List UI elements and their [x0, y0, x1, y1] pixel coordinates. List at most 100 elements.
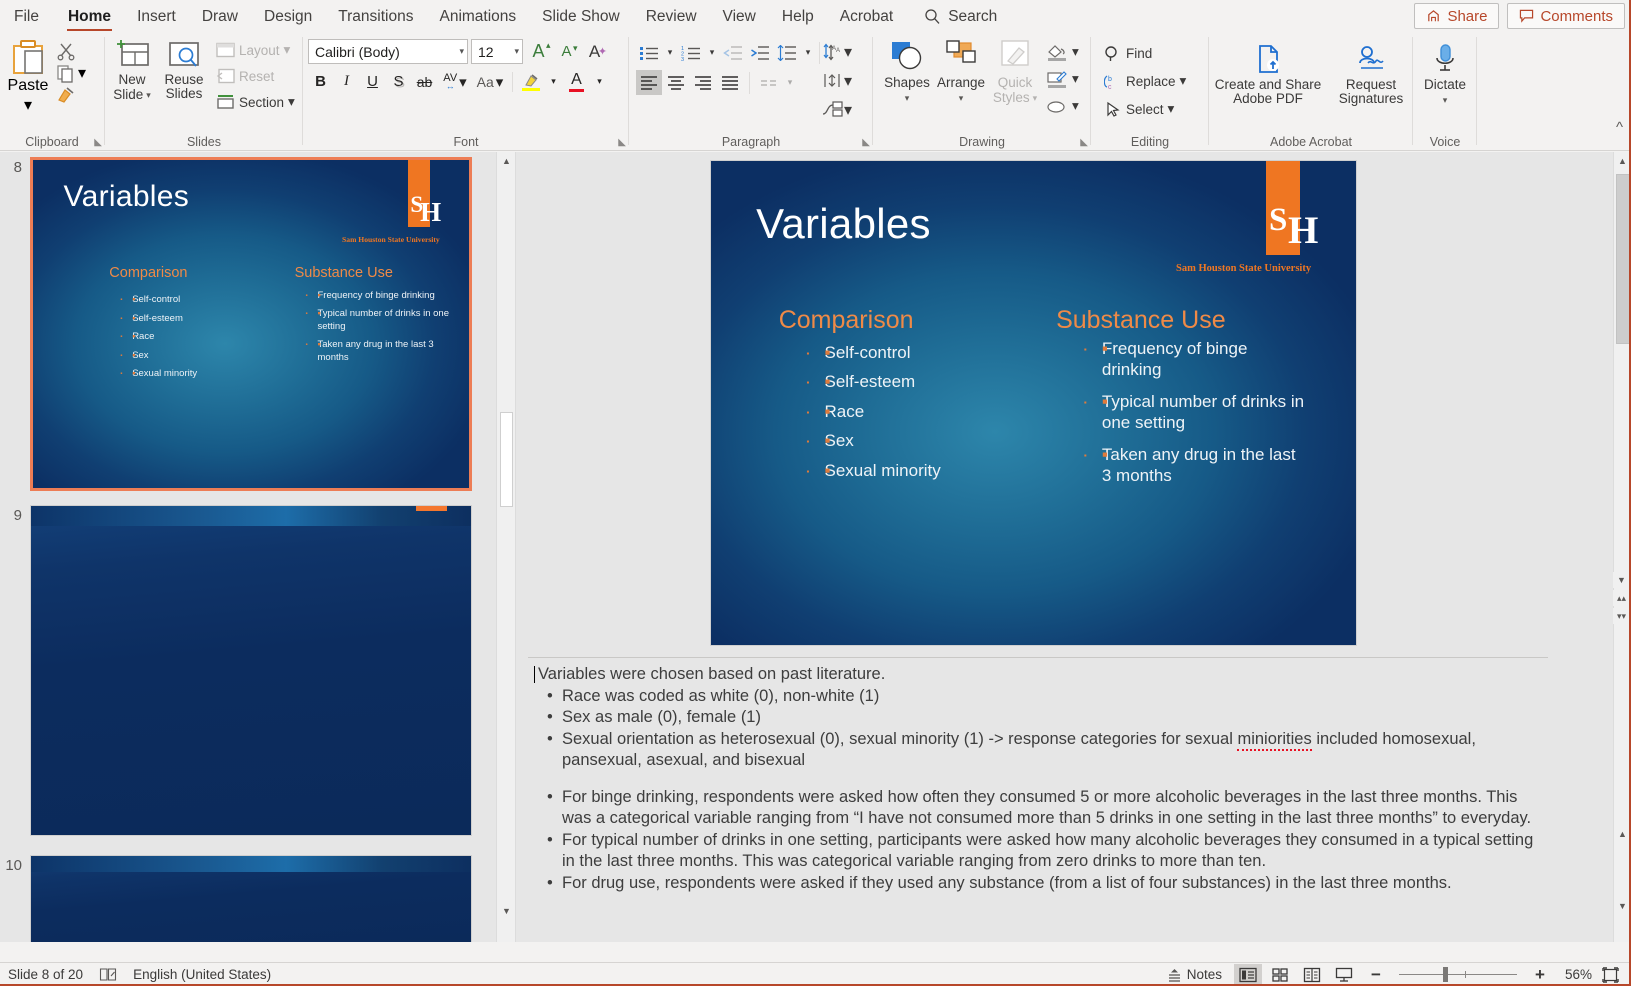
- search-input[interactable]: Search: [924, 8, 997, 26]
- bullets-caret[interactable]: ▾: [663, 40, 677, 65]
- share-button[interactable]: Share: [1414, 3, 1499, 29]
- copy-button[interactable]: ▾: [56, 63, 100, 83]
- text-highlight-color-button[interactable]: [518, 69, 543, 94]
- column-1-heading[interactable]: Comparison: [779, 306, 914, 335]
- character-spacing-caret[interactable]: ▾: [459, 73, 467, 91]
- next-slide-button[interactable]: ▾▾: [1613, 608, 1630, 624]
- text-fit-button[interactable]: ▾: [822, 68, 852, 93]
- dictate-caret[interactable]: ▾: [1443, 93, 1448, 107]
- slide-scroll-down-button[interactable]: ▼: [1613, 572, 1630, 588]
- align-center-button[interactable]: [663, 70, 689, 95]
- font-color-caret[interactable]: ▾: [590, 69, 609, 94]
- reading-view-button[interactable]: [1298, 964, 1326, 985]
- column-2-list[interactable]: ▪Frequency of binge drinking ▪Typical nu…: [1082, 338, 1308, 486]
- clear-all-formatting-button[interactable]: A✦: [582, 39, 607, 64]
- quick-styles-button[interactable]: Quick Styles ▾: [988, 37, 1042, 105]
- find-button[interactable]: Find: [1100, 41, 1156, 65]
- format-painter-button[interactable]: [56, 85, 100, 104]
- bullets-button[interactable]: [636, 40, 662, 65]
- thumbnail-pane-scrollbar[interactable]: ▲ ▼: [496, 152, 516, 942]
- current-slide-editor[interactable]: Variables S H Sam Houston State Universi…: [711, 161, 1356, 645]
- thumbnail-frame-8[interactable]: Variables S H Sam Houston State Universi…: [30, 157, 472, 491]
- collapse-ribbon-button[interactable]: ^: [1616, 119, 1623, 136]
- change-case-button[interactable]: Aa ▾: [473, 69, 507, 94]
- change-case-caret[interactable]: ▾: [496, 73, 504, 91]
- text-highlight-color-caret[interactable]: ▾: [544, 69, 563, 94]
- notes-toggle-button[interactable]: Notes: [1167, 967, 1222, 982]
- shape-effects-button[interactable]: ▾: [1042, 94, 1083, 118]
- section-button[interactable]: Section ▾: [212, 90, 299, 114]
- thumbnail-slide-10[interactable]: 10: [0, 855, 496, 942]
- shapes-caret[interactable]: ▾: [905, 91, 910, 105]
- thumbnail-scroll-thumb[interactable]: [500, 412, 513, 507]
- italic-button[interactable]: I: [334, 69, 359, 94]
- paste-button[interactable]: Paste ▾: [0, 37, 56, 115]
- text-fit-caret[interactable]: ▾: [844, 71, 852, 91]
- slide-thumbnail-pane[interactable]: 8 Variables S H Sam Houston State Univer…: [0, 152, 496, 942]
- font-name-dropdown-caret[interactable]: ▾: [453, 46, 464, 57]
- arrange-button[interactable]: Arrange ▾: [934, 37, 988, 105]
- notes-pane[interactable]: Variables were chosen based on past lite…: [528, 657, 1548, 919]
- font-size-dropdown-caret[interactable]: ▾: [508, 46, 519, 57]
- zoom-level-value[interactable]: 56%: [1558, 967, 1592, 982]
- align-text-caret[interactable]: ▾: [844, 42, 852, 62]
- shape-outline-caret[interactable]: ▾: [1072, 71, 1079, 87]
- accessibility-check-icon[interactable]: [99, 967, 117, 982]
- zoom-slider[interactable]: [1399, 965, 1517, 985]
- text-shadow-button[interactable]: S: [386, 69, 411, 94]
- tab-view[interactable]: View: [710, 0, 769, 33]
- shape-effects-caret[interactable]: ▾: [1072, 98, 1079, 114]
- fit-slide-to-window-button[interactable]: [1596, 964, 1624, 985]
- smartart-caret[interactable]: ▾: [844, 100, 852, 120]
- notes-text-body[interactable]: Variables were chosen based on past lite…: [528, 658, 1548, 894]
- drawing-dialog-launcher[interactable]: ◣: [1080, 137, 1088, 148]
- increase-indent-button[interactable]: [747, 40, 773, 65]
- tab-file[interactable]: File: [0, 0, 55, 33]
- tab-home[interactable]: Home: [55, 0, 124, 33]
- columns-caret[interactable]: ▾: [783, 70, 797, 95]
- tab-animations[interactable]: Animations: [426, 0, 529, 33]
- copy-dropdown-caret[interactable]: ▾: [78, 63, 86, 83]
- tab-slide-show[interactable]: Slide Show: [529, 0, 633, 33]
- columns-button[interactable]: [756, 70, 782, 95]
- thumbnail-scroll-up-button[interactable]: ▲: [498, 152, 515, 169]
- language-indicator[interactable]: English (United States): [133, 967, 271, 982]
- select-button[interactable]: Select ▾: [1100, 97, 1178, 121]
- numbering-button[interactable]: 123: [678, 40, 704, 65]
- font-name-input[interactable]: Calibri (Body) ▾: [308, 39, 468, 64]
- font-dialog-launcher[interactable]: ◣: [618, 137, 626, 148]
- zoom-slider-knob[interactable]: [1443, 967, 1448, 982]
- tab-draw[interactable]: Draw: [189, 0, 251, 33]
- shape-fill-button[interactable]: ▾: [1042, 40, 1083, 64]
- decrease-indent-button[interactable]: [720, 40, 746, 65]
- align-text-button[interactable]: A ▾: [822, 39, 852, 64]
- paragraph-dialog-launcher[interactable]: ◣: [862, 137, 870, 148]
- align-right-button[interactable]: [690, 70, 716, 95]
- column-1-list[interactable]: ▪Self-control ▪Self-esteem ▪Race ▪Sex ▪S…: [805, 338, 941, 486]
- paste-dropdown-caret[interactable]: ▾: [24, 95, 32, 115]
- slide-scroll-thumb[interactable]: [1616, 174, 1630, 344]
- tab-design[interactable]: Design: [251, 0, 325, 33]
- request-signatures-button[interactable]: Request Signatures: [1332, 41, 1410, 106]
- tab-review[interactable]: Review: [633, 0, 710, 33]
- comments-button[interactable]: Comments: [1507, 3, 1625, 29]
- justify-button[interactable]: [717, 70, 743, 95]
- select-caret[interactable]: ▾: [1168, 101, 1175, 117]
- increase-font-size-button[interactable]: A▴: [526, 39, 551, 64]
- tab-insert[interactable]: Insert: [124, 0, 189, 33]
- cut-button[interactable]: [56, 41, 100, 61]
- bold-button[interactable]: B: [308, 69, 333, 94]
- zoom-out-button[interactable]: −: [1362, 964, 1390, 985]
- line-spacing-caret[interactable]: ▾: [801, 40, 815, 65]
- new-slide-dropdown-caret[interactable]: ▾: [146, 88, 151, 102]
- underline-button[interactable]: U: [360, 69, 385, 94]
- column-2-heading[interactable]: Substance Use: [1056, 306, 1226, 335]
- section-dropdown-caret[interactable]: ▾: [288, 94, 295, 110]
- thumbnail-scroll-down-button[interactable]: ▼: [498, 902, 515, 919]
- shape-outline-button[interactable]: ▾: [1042, 67, 1083, 91]
- slide-canvas[interactable]: Variables S H Sam Houston State Universi…: [711, 161, 1356, 645]
- thumbnail-slide-8[interactable]: 8 Variables S H Sam Houston State Univer…: [0, 157, 496, 491]
- decrease-font-size-button[interactable]: A▾: [554, 39, 579, 64]
- tab-acrobat[interactable]: Acrobat: [827, 0, 906, 33]
- line-spacing-button[interactable]: [774, 40, 800, 65]
